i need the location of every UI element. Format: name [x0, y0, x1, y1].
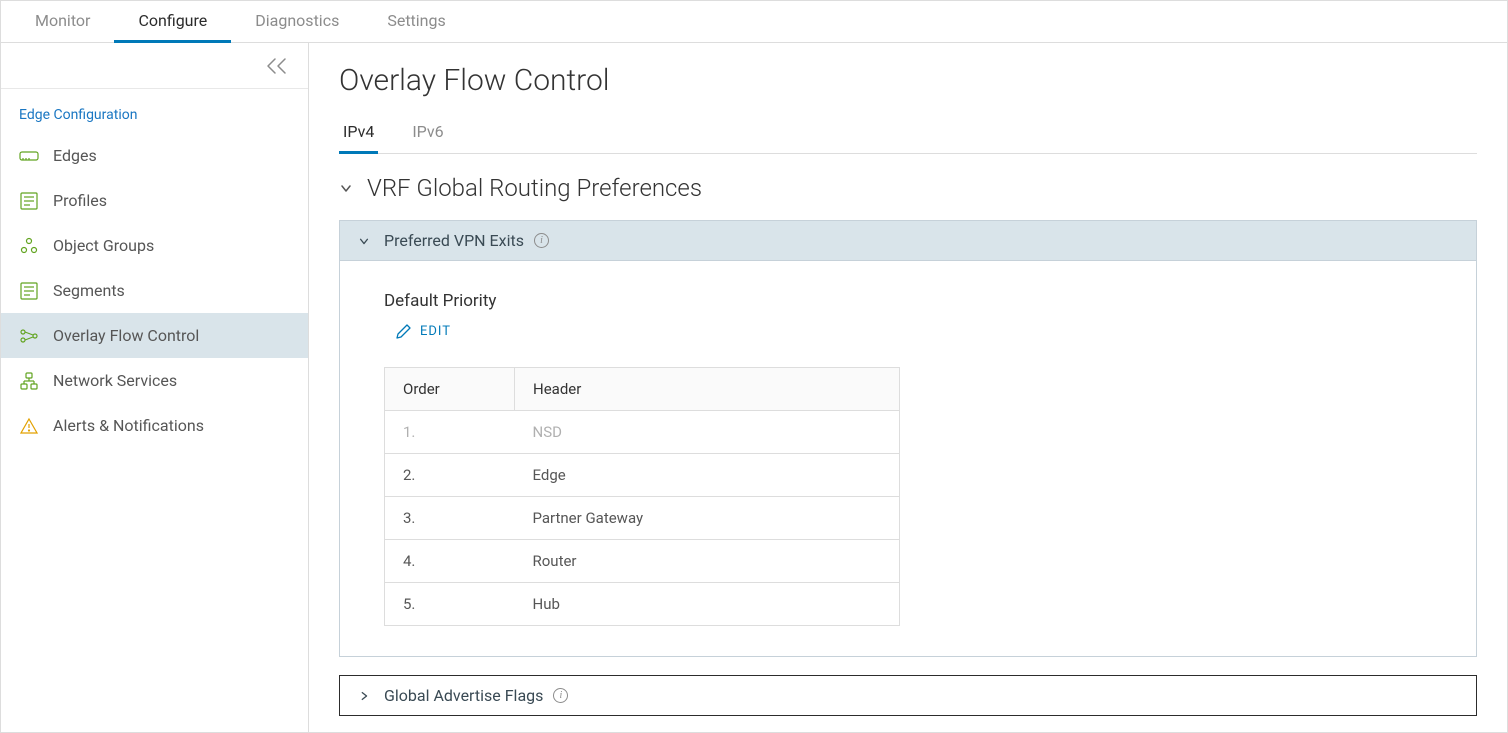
chevron-down-icon — [358, 235, 374, 247]
cell-header: Partner Gateway — [515, 497, 900, 540]
cell-header: NSD — [515, 411, 900, 454]
cell-order: 2. — [385, 454, 515, 497]
col-order: Order — [385, 368, 515, 411]
sub-tabs: IPv4 IPv6 — [339, 114, 1477, 154]
table-row: 5. Hub — [385, 583, 900, 626]
profiles-icon — [19, 191, 39, 211]
col-header: Header — [515, 368, 900, 411]
pencil-icon — [396, 323, 412, 339]
info-icon[interactable]: i — [553, 688, 568, 703]
sidebar-item-label: Network Services — [53, 371, 177, 390]
global-advertise-flags-panel: Global Advertise Flags i — [339, 675, 1477, 716]
sidebar-item-label: Alerts & Notifications — [53, 416, 204, 435]
sidebar-item-label: Segments — [53, 281, 125, 300]
sidebar-item-edges[interactable]: Edges — [1, 133, 308, 178]
top-tab-configure[interactable]: Configure — [114, 1, 231, 43]
top-tab-diagnostics[interactable]: Diagnostics — [231, 1, 363, 43]
main-content: Overlay Flow Control IPv4 IPv6 VRF Globa… — [309, 43, 1507, 732]
edit-button[interactable]: EDIT — [396, 323, 451, 339]
sidebar-item-overlay-flow-control[interactable]: Overlay Flow Control — [1, 313, 308, 358]
sidebar-collapse-icon[interactable] — [266, 57, 288, 75]
cell-order: 3. — [385, 497, 515, 540]
sidebar-collapse-bar — [1, 43, 308, 89]
sidebar-item-label: Object Groups — [53, 236, 154, 255]
edges-icon — [19, 146, 39, 166]
default-priority-label: Default Priority — [384, 291, 1432, 311]
top-tab-monitor[interactable]: Monitor — [11, 1, 114, 43]
chevron-down-icon — [339, 181, 355, 195]
table-row: 1. NSD — [385, 411, 900, 454]
top-tabs: Monitor Configure Diagnostics Settings — [1, 1, 1507, 43]
sidebar: Edge Configuration Edges Profiles Object… — [1, 43, 309, 732]
network-services-icon — [19, 371, 39, 391]
info-icon[interactable]: i — [534, 233, 549, 248]
table-row: 3. Partner Gateway — [385, 497, 900, 540]
table-row: 2. Edge — [385, 454, 900, 497]
cell-header: Edge — [515, 454, 900, 497]
sidebar-item-segments[interactable]: Segments — [1, 268, 308, 313]
chevron-right-icon — [358, 690, 374, 702]
sub-tab-ipv6[interactable]: IPv6 — [408, 114, 447, 154]
vrf-section-title: VRF Global Routing Preferences — [367, 174, 702, 202]
global-advertise-flags-header[interactable]: Global Advertise Flags i — [340, 676, 1476, 715]
cell-order: 1. — [385, 411, 515, 454]
sidebar-item-alerts[interactable]: Alerts & Notifications — [1, 403, 308, 448]
sidebar-item-label: Overlay Flow Control — [53, 326, 199, 345]
sidebar-item-network-services[interactable]: Network Services — [1, 358, 308, 403]
edit-label: EDIT — [420, 324, 451, 339]
table-row: 4. Router — [385, 540, 900, 583]
cell-order: 4. — [385, 540, 515, 583]
global-advertise-flags-title: Global Advertise Flags — [384, 686, 543, 705]
segments-icon — [19, 281, 39, 301]
priority-table: Order Header 1. NSD 2. Edge — [384, 367, 900, 626]
sidebar-item-label: Profiles — [53, 191, 107, 210]
preferred-vpn-exits-header[interactable]: Preferred VPN Exits i — [340, 221, 1476, 260]
sidebar-item-profiles[interactable]: Profiles — [1, 178, 308, 223]
preferred-vpn-exits-title: Preferred VPN Exits — [384, 231, 524, 250]
cell-header: Router — [515, 540, 900, 583]
page-title: Overlay Flow Control — [339, 63, 1477, 98]
alerts-icon — [19, 416, 39, 436]
cell-order: 5. — [385, 583, 515, 626]
cell-header: Hub — [515, 583, 900, 626]
object-groups-icon — [19, 236, 39, 256]
preferred-vpn-exits-panel: Preferred VPN Exits i Default Priority E… — [339, 220, 1477, 657]
sidebar-item-label: Edges — [53, 146, 97, 165]
sidebar-section-title: Edge Configuration — [1, 89, 308, 133]
sidebar-item-object-groups[interactable]: Object Groups — [1, 223, 308, 268]
overlay-flow-icon — [19, 326, 39, 346]
vrf-section-header[interactable]: VRF Global Routing Preferences — [339, 174, 1477, 202]
top-tab-settings[interactable]: Settings — [363, 1, 469, 43]
sub-tab-ipv4[interactable]: IPv4 — [339, 114, 378, 154]
